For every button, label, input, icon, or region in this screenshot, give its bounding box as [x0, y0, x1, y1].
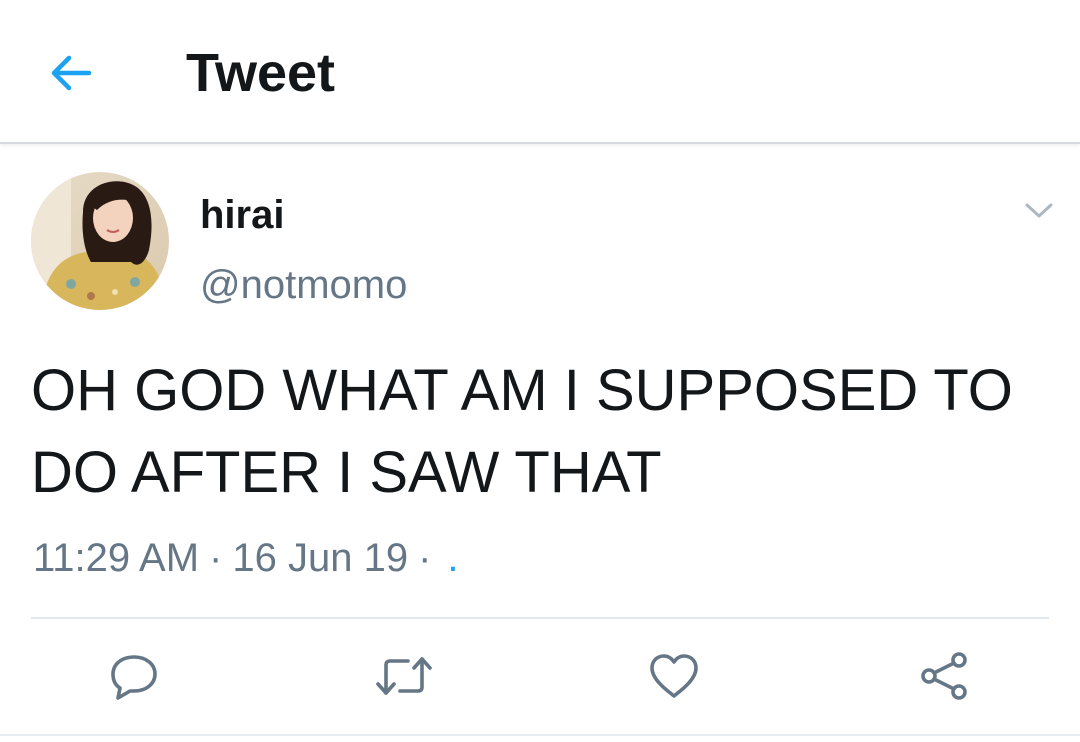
- author-handle[interactable]: @notmomo: [200, 260, 407, 310]
- tweet-text: OH GOD WHAT AM I SUPPOSED TO DO AFTER I …: [31, 358, 1013, 505]
- tweet-action-bar: [0, 640, 1080, 712]
- tweet-menu-button[interactable]: [1018, 196, 1060, 226]
- meta-separator: ·: [418, 536, 432, 580]
- top-app-bar: Tweet: [0, 0, 1080, 144]
- bottom-divider: [0, 734, 1080, 736]
- avatar[interactable]: [31, 172, 169, 310]
- heart-icon: [650, 654, 698, 698]
- back-button[interactable]: [44, 48, 98, 98]
- speech-bubble-icon: [111, 655, 157, 700]
- tweet-time: 11:29 AM: [33, 536, 200, 580]
- divider: [31, 617, 1049, 619]
- reply-button[interactable]: [98, 640, 170, 712]
- retweet-icon: [376, 657, 432, 695]
- arrow-left-icon: [51, 55, 92, 91]
- share-icon: [921, 652, 967, 700]
- meta-separator: ·: [209, 536, 223, 580]
- profile-photo: [31, 172, 169, 310]
- tweet-metadata: 11:29 AM · 16 Jun 19 ·.: [33, 532, 459, 584]
- author-display-name[interactable]: hirai: [200, 190, 284, 240]
- share-button[interactable]: [908, 640, 980, 712]
- tweet-date: 16 Jun 19: [232, 536, 409, 580]
- tweet-source-link[interactable]: .: [447, 536, 458, 580]
- chevron-down-icon: [1025, 203, 1053, 218]
- page-title: Tweet: [186, 43, 336, 103]
- retweet-button[interactable]: [368, 640, 440, 712]
- like-button[interactable]: [638, 640, 710, 712]
